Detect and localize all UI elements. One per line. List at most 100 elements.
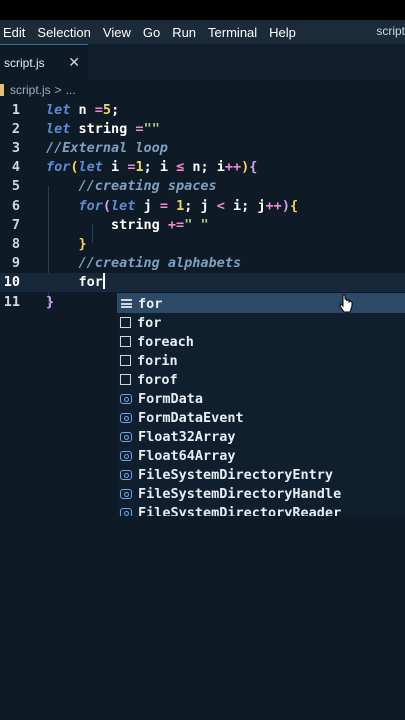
close-icon[interactable]: ✕ (68, 54, 80, 71)
code-line[interactable]: 4 for(let i =1; i ≤ n; i++){ (0, 158, 405, 177)
breadcrumb-file[interactable]: script.js (10, 83, 51, 97)
menu-item-edit[interactable]: Edit (0, 25, 31, 40)
code-token: //creating spaces (78, 178, 217, 194)
code-token: i; j (224, 198, 266, 214)
suggestion-label: Float32Array (138, 428, 236, 445)
code-token: for (46, 159, 71, 175)
interface-icon (120, 431, 132, 442)
code-text: for (46, 273, 105, 292)
code-token: = (94, 102, 103, 118)
suggestion-widget[interactable]: for for foreach forin forof FormData FormDataE… (117, 293, 405, 516)
code-text: for(let j = 1; j < i; j++){ (46, 197, 299, 216)
code-token: ; i (143, 159, 177, 175)
tab-bar: script.js ✕ (0, 44, 405, 80)
breadcrumb-rest[interactable]: ... (66, 83, 76, 97)
code-token: for (46, 274, 103, 290)
suggestion-label: for (137, 314, 162, 331)
code-line[interactable]: 10 for (0, 273, 405, 292)
suggestion-item[interactable]: forin (117, 351, 405, 370)
suggestion-label: FormDataEvent (138, 409, 244, 426)
code-token: += (167, 217, 185, 233)
line-number: 3 (11, 140, 20, 156)
suggestion-label: foreach (137, 333, 194, 350)
code-token: //External loop (46, 140, 168, 156)
suggestion-item[interactable]: Float32Array (117, 427, 405, 446)
code-line[interactable]: 5 //creating spaces (0, 177, 405, 196)
code-token: 1 (135, 159, 144, 175)
code-line[interactable]: 8 } (0, 235, 405, 254)
menu-item-run[interactable]: Run (166, 25, 202, 40)
code-token: 5 (102, 102, 112, 118)
code-line[interactable]: 1 let n =5; (0, 101, 405, 120)
code-line[interactable]: 9 //creating alphabets (0, 254, 405, 273)
code-token: let (111, 198, 136, 214)
line-number: 1 (11, 102, 20, 118)
code-token: i (102, 159, 128, 175)
code-text: //External loop (46, 139, 168, 158)
js-file-icon (0, 84, 4, 96)
suggestion-item[interactable]: FileSystemDirectoryEntry (117, 465, 405, 484)
code-token: let (46, 102, 71, 118)
line-number: 5 (11, 178, 20, 194)
line-number: 11 (3, 294, 20, 310)
code-token: ; j (184, 198, 217, 214)
suggestion-item[interactable]: FileSystemDirectoryReader (117, 503, 405, 516)
code-token: ; (111, 102, 120, 118)
code-token: ) (281, 198, 290, 214)
code-token: { (289, 198, 299, 214)
suggestion-label: forof (137, 371, 178, 388)
code-text: string +=" " (46, 216, 209, 235)
line-number: 9 (11, 255, 20, 271)
code-token: = (135, 121, 144, 137)
suggestion-label: forin (137, 352, 178, 369)
code-token: let (78, 159, 103, 175)
code-token: let (46, 121, 71, 137)
suggestion-label: FileSystemDirectoryHandle (138, 485, 342, 502)
code-text: //creating alphabets (46, 254, 242, 273)
code-token: "" (143, 121, 160, 137)
suggestion-item[interactable]: for (117, 313, 405, 332)
snippet-icon (120, 374, 131, 385)
code-text: let string ="" (46, 120, 160, 139)
code-token: for (78, 198, 103, 214)
breadcrumb-separator: > (54, 83, 62, 97)
suggestion-label: Float64Array (138, 447, 236, 464)
menu-item-go[interactable]: Go (137, 25, 166, 40)
suggestion-item[interactable]: FormData (117, 389, 405, 408)
code-token: { (249, 159, 258, 175)
code-token: " " (184, 217, 209, 233)
code-line[interactable]: 3 //External loop (0, 139, 405, 158)
code-token: //creating alphabets (78, 255, 242, 271)
suggestion-label: FileSystemDirectoryReader (138, 504, 342, 517)
line-number: 6 (11, 198, 20, 214)
suggestion-item[interactable]: for (117, 294, 405, 313)
suggestion-item[interactable]: Float64Array (117, 446, 405, 465)
tab-script-js[interactable]: script.js ✕ (0, 44, 88, 80)
code-text: //creating spaces (46, 177, 217, 196)
code-token: n (70, 102, 95, 118)
suggestion-item[interactable]: forof (117, 370, 405, 389)
suggestion-item[interactable]: foreach (117, 332, 405, 351)
interface-icon (120, 488, 132, 499)
code-token: ( (102, 198, 112, 214)
interface-icon (120, 507, 132, 516)
suggestion-label: FormData (138, 390, 204, 407)
snippet-icon (120, 355, 131, 366)
menu-item-selection[interactable]: Selection (31, 25, 96, 40)
code-line[interactable]: 7 string +=" " (0, 216, 405, 235)
code-token: } (46, 294, 55, 310)
code-line[interactable]: 2 let string ="" (0, 120, 405, 139)
menu-item-view[interactable]: View (97, 25, 137, 40)
code-line[interactable]: 6 for(let j = 1; j < i; j++){ (0, 197, 405, 216)
suggestion-item[interactable]: FormDataEvent (117, 408, 405, 427)
text-cursor (102, 273, 105, 289)
suggestion-item[interactable]: FileSystemDirectoryHandle (117, 484, 405, 503)
suggestion-label: FileSystemDirectoryEntry (138, 466, 334, 483)
top-black-strip (0, 0, 405, 20)
code-token: string (70, 121, 136, 137)
code-token: string (46, 217, 168, 233)
menu-item-terminal[interactable]: Terminal (202, 25, 263, 40)
menu-item-help[interactable]: Help (263, 25, 302, 40)
